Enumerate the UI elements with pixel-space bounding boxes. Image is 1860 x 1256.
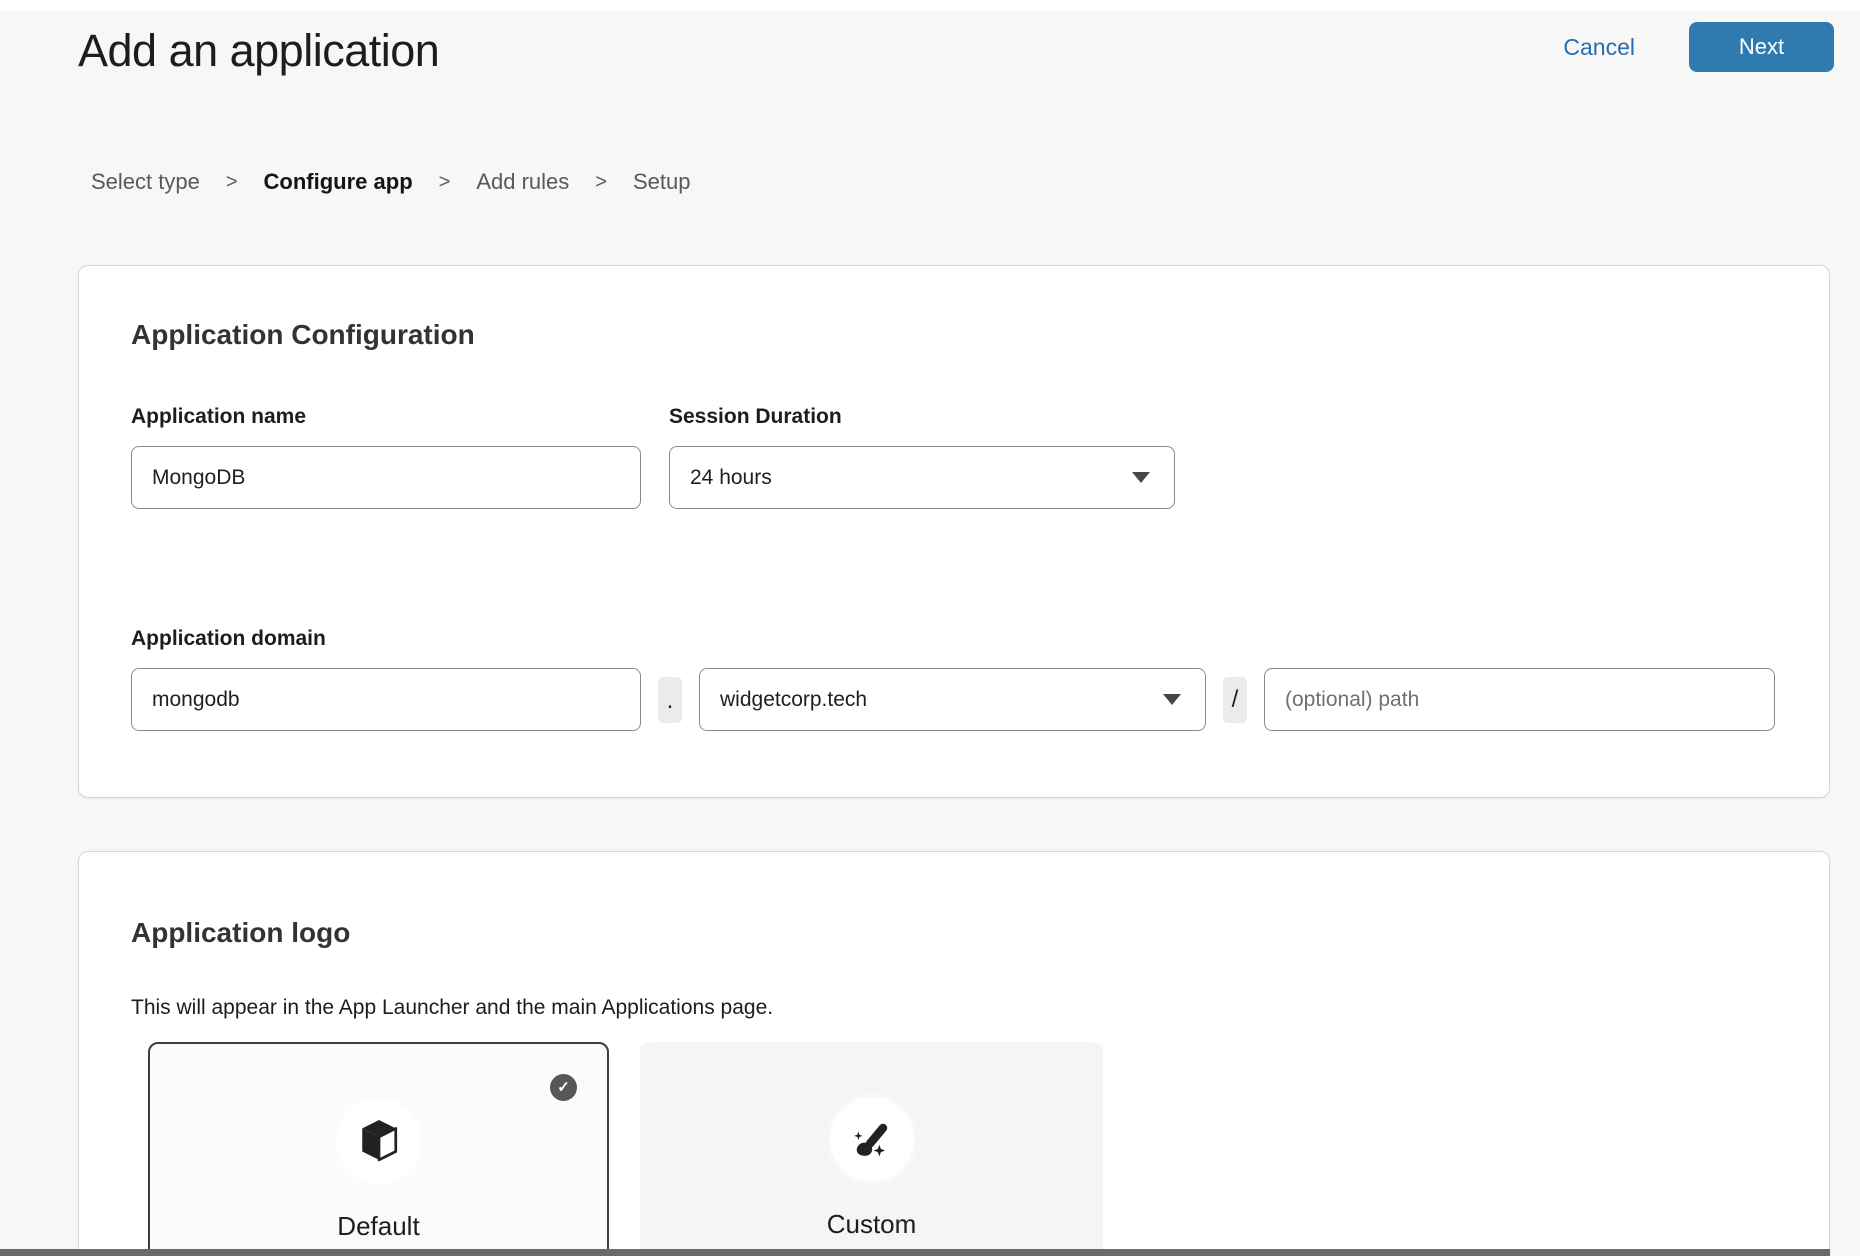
session-duration-field-group: Session Duration 24 hours xyxy=(669,405,1175,509)
logo-option-custom[interactable]: Custom xyxy=(640,1042,1103,1256)
logo-option-label: Default xyxy=(150,1211,607,1242)
application-configuration-card: Application Configuration Application na… xyxy=(78,265,1830,798)
dot-separator: . xyxy=(658,677,682,723)
domain-select-value: widgetcorp.tech xyxy=(720,688,867,712)
breadcrumb-step-configure-app[interactable]: Configure app xyxy=(264,169,413,195)
breadcrumb: Select type > Configure app > Add rules … xyxy=(91,169,1860,195)
session-duration-value: 24 hours xyxy=(690,466,772,490)
page-root: Add an application Cancel Next Select ty… xyxy=(0,0,1860,1256)
subdomain-input[interactable] xyxy=(131,668,641,731)
breadcrumb-step-add-rules[interactable]: Add rules xyxy=(476,169,569,195)
breadcrumb-step-select-type[interactable]: Select type xyxy=(91,169,200,195)
custom-logo-circle xyxy=(830,1097,914,1181)
logo-option-default[interactable]: ✓ Default xyxy=(148,1042,609,1256)
next-button[interactable]: Next xyxy=(1689,22,1834,72)
horizontal-scrollbar[interactable] xyxy=(0,1249,1830,1256)
page-header: Add an application Cancel Next xyxy=(0,0,1860,74)
application-name-field-group: Application name xyxy=(131,405,641,509)
application-domain-label: Application domain xyxy=(131,627,1777,651)
path-input[interactable] xyxy=(1264,668,1775,731)
logo-option-label: Custom xyxy=(640,1209,1103,1240)
check-icon: ✓ xyxy=(550,1074,577,1101)
breadcrumb-separator: > xyxy=(226,171,238,194)
domain-select[interactable]: widgetcorp.tech xyxy=(699,668,1206,731)
session-duration-select[interactable]: 24 hours xyxy=(669,446,1175,509)
default-logo-circle xyxy=(337,1099,421,1183)
cube-icon xyxy=(360,1119,398,1163)
logo-options-row: ✓ Default xyxy=(148,1042,1777,1256)
caret-down-icon xyxy=(1163,694,1181,705)
configuration-section-title: Application Configuration xyxy=(131,320,1777,351)
cancel-button[interactable]: Cancel xyxy=(1557,33,1641,62)
application-domain-row: . widgetcorp.tech / xyxy=(131,668,1777,731)
breadcrumb-step-setup[interactable]: Setup xyxy=(633,169,691,195)
paintbrush-icon xyxy=(851,1118,893,1160)
header-actions: Cancel Next xyxy=(1557,22,1834,72)
application-name-label: Application name xyxy=(131,405,641,429)
logo-description: This will appear in the App Launcher and… xyxy=(131,996,1777,1020)
breadcrumb-separator: > xyxy=(595,171,607,194)
slash-separator: / xyxy=(1223,677,1247,723)
application-name-input[interactable] xyxy=(131,446,641,509)
session-duration-label: Session Duration xyxy=(669,405,1175,429)
logo-section-title: Application logo xyxy=(131,918,1777,949)
subdomain-field xyxy=(131,668,641,731)
name-duration-row: Application name Session Duration 24 hou… xyxy=(131,405,1777,509)
application-logo-card: Application logo This will appear in the… xyxy=(78,851,1830,1256)
breadcrumb-separator: > xyxy=(439,171,451,194)
path-field xyxy=(1264,668,1775,731)
caret-down-icon xyxy=(1132,472,1150,483)
